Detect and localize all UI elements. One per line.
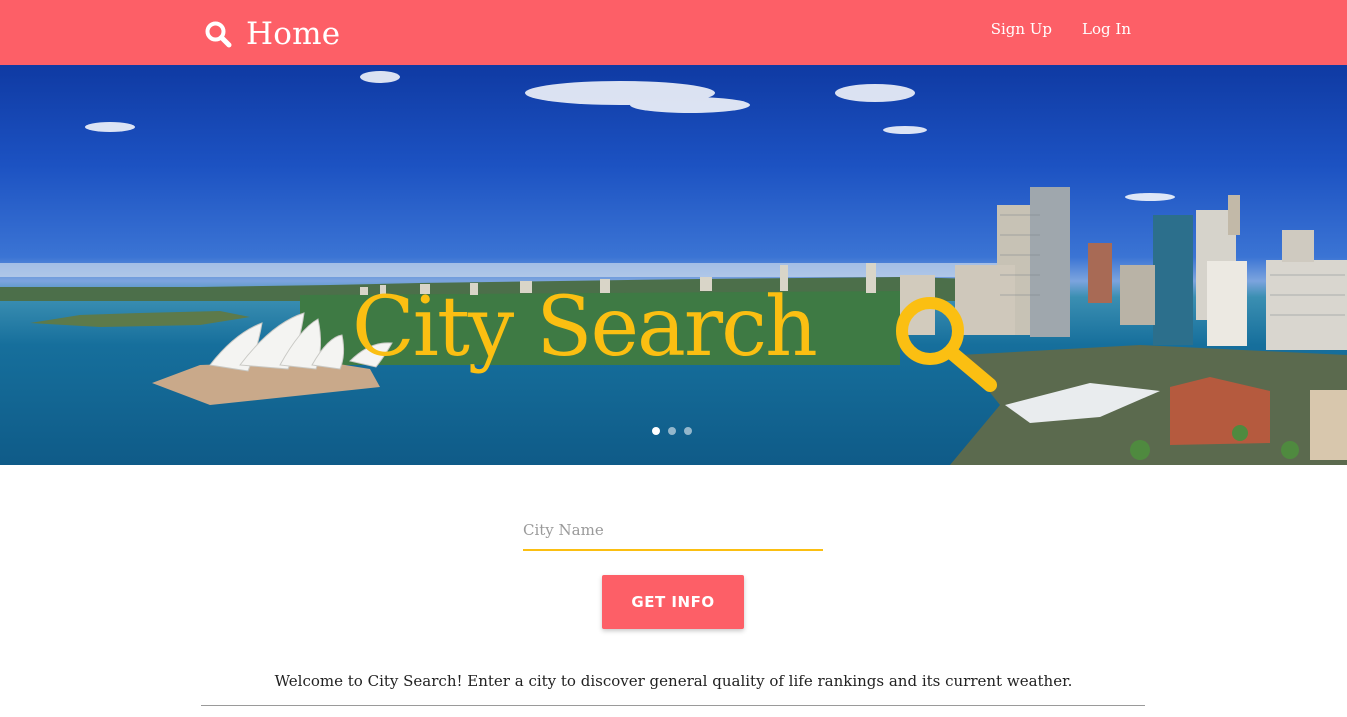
city-name-input[interactable] [523, 511, 823, 551]
get-info-button[interactable]: GET INFO [602, 575, 744, 629]
home-brand-link[interactable]: Home [204, 12, 340, 56]
nav-links: Sign Up Log In [991, 20, 1131, 38]
divider [201, 705, 1145, 706]
carousel-indicators [652, 427, 692, 435]
log-in-link[interactable]: Log In [1082, 20, 1131, 38]
magnifier-icon [896, 297, 997, 392]
sign-up-link[interactable]: Sign Up [991, 20, 1052, 38]
welcome-text: Welcome to City Search! Enter a city to … [274, 672, 1073, 690]
search-icon [205, 21, 232, 48]
navbar: Home Sign Up Log In [0, 0, 1347, 65]
hero-carousel[interactable]: City Search [0, 65, 1347, 465]
carousel-dot-1[interactable] [652, 427, 660, 435]
hero-title: City Search [352, 280, 818, 375]
carousel-dot-3[interactable] [684, 427, 692, 435]
harbour-skyline-image [0, 71, 1347, 465]
carousel-dot-2[interactable] [668, 427, 676, 435]
brand-label: Home [246, 16, 341, 52]
